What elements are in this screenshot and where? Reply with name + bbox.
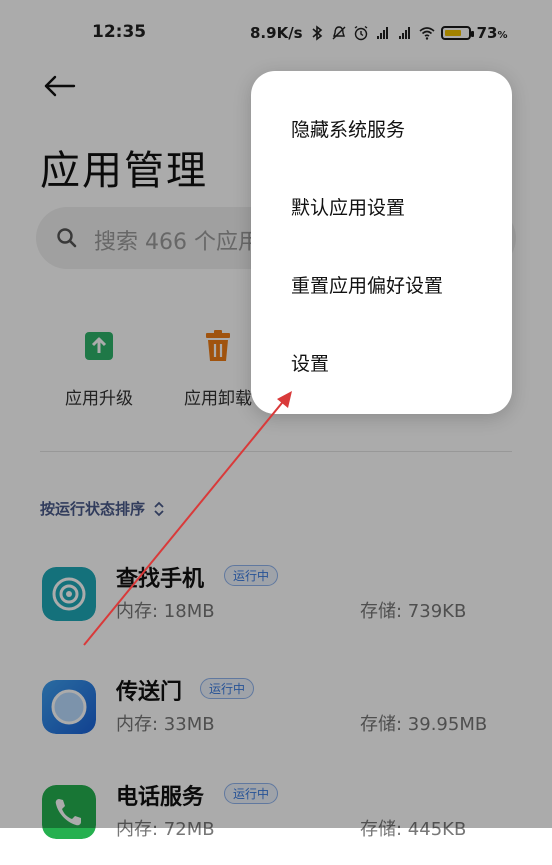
menu-item-settings[interactable]: 设置	[291, 349, 329, 376]
overflow-menu: 隐藏系统服务 默认应用设置 重置应用偏好设置 设置	[251, 71, 512, 414]
app-management-screen: 12:35 8.9K/s 73% 应用管理 搜索 466 个应用 应用升级 应用…	[0, 0, 552, 840]
menu-item-hide-system-services[interactable]: 隐藏系统服务	[291, 115, 405, 142]
menu-item-default-app-settings[interactable]: 默认应用设置	[291, 193, 405, 220]
menu-item-reset-app-preferences[interactable]: 重置应用偏好设置	[291, 271, 443, 298]
